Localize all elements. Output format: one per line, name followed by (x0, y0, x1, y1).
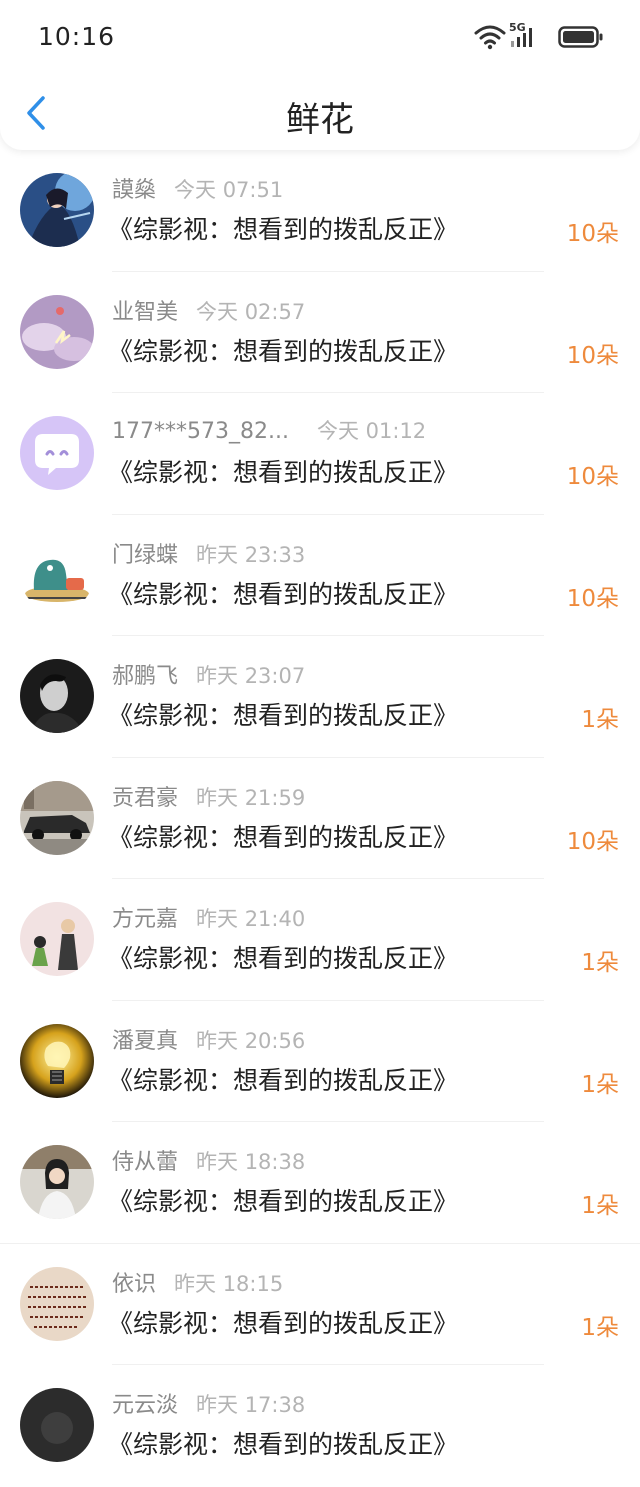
meta-line: 贡君豪 昨天 21:59 (112, 780, 306, 812)
list-item[interactable]: 业智美 今天 02:57 《综影视：想看到的拨乱反正》 10朵 (0, 272, 640, 393)
car-avatar (20, 780, 94, 855)
book-title[interactable]: 《综影视：想看到的拨乱反正》 (108, 575, 458, 611)
timestamp: 昨天 21:59 (196, 785, 306, 810)
avatar[interactable] (20, 1023, 94, 1098)
book-title[interactable]: 《综影视：想看到的拨乱反正》 (108, 939, 458, 975)
meta-line: 方元嘉 昨天 21:40 (112, 901, 306, 933)
status-time: 10:16 (38, 22, 116, 51)
avatar[interactable] (20, 1145, 94, 1219)
timestamp: 昨天 18:15 (174, 1271, 284, 1296)
timestamp: 昨天 20:56 (196, 1028, 306, 1053)
purple-sky-avatar (20, 294, 94, 369)
user-name[interactable]: 郝鹏飞 (112, 658, 178, 690)
header: 10:16 5G 鲜花 (0, 0, 640, 150)
battery-icon (558, 26, 603, 48)
girl-photo-avatar (20, 1145, 94, 1219)
meta-line: 潘夏真 昨天 20:56 (112, 1023, 306, 1055)
avatar[interactable] (20, 416, 94, 490)
dark-photo-avatar (20, 1388, 94, 1462)
meta-line: 依识 昨天 18:15 (112, 1266, 284, 1298)
wifi-icon (474, 25, 506, 50)
meta-line: 元云淡 昨天 17:38 (112, 1387, 306, 1419)
flower-count: 1朵 (581, 1071, 619, 1098)
signal-icon (511, 28, 532, 47)
timestamp: 昨天 21:40 (196, 907, 306, 931)
meta-line: 门绿蝶 昨天 23:33 (112, 537, 306, 569)
user-name[interactable]: 謨燊 (112, 172, 156, 204)
flower-count: 10朵 (566, 828, 619, 855)
user-name[interactable]: 潘夏真 (112, 1023, 178, 1055)
book-title[interactable]: 《综影视：想看到的拨乱反正》 (108, 1182, 458, 1218)
list-item[interactable]: 方元嘉 昨天 21:40 《综影视：想看到的拨乱反正》 1朵 (0, 879, 640, 1001)
book-title[interactable]: 《综影视：想看到的拨乱反正》 (108, 1304, 458, 1340)
flower-count: 10朵 (566, 585, 619, 612)
list-item[interactable]: 177***573_82... 今天 01:12 《综影视：想看到的拨乱反正》 … (0, 393, 640, 515)
list-item[interactable]: 门绿蝶 昨天 23:33 《综影视：想看到的拨乱反正》 10朵 (0, 515, 640, 636)
lightbulb-avatar (20, 1023, 94, 1098)
avatar[interactable] (20, 173, 94, 247)
flower-count: 10朵 (566, 221, 619, 247)
avatar[interactable] (20, 780, 94, 855)
book-title[interactable]: 《综影视：想看到的拨乱反正》 (108, 210, 458, 246)
list-item[interactable]: 謨燊 今天 07:51 《综影视：想看到的拨乱反正》 10朵 (0, 150, 640, 272)
flower-count: 1朵 (581, 950, 619, 976)
flower-count: 1朵 (581, 1193, 619, 1219)
chat-bubble-avatar (20, 416, 94, 490)
status-bar: 10:16 5G (0, 0, 640, 75)
meta-line: 业智美 今天 02:57 (112, 294, 306, 326)
book-title[interactable]: 《综影视：想看到的拨乱反正》 (108, 453, 458, 489)
timestamp: 昨天 23:33 (196, 542, 306, 567)
list-item[interactable]: 潘夏真 昨天 20:56 《综影视：想看到的拨乱反正》 1朵 (0, 1001, 640, 1122)
avatar[interactable] (20, 1266, 94, 1341)
user-name[interactable]: 门绿蝶 (112, 537, 178, 569)
flower-count: 10朵 (566, 464, 619, 490)
meta-line: 177***573_82... 今天 01:12 (112, 415, 426, 445)
anime-character-avatar (20, 173, 94, 247)
flower-count: 10朵 (566, 342, 619, 369)
flower-count: 1朵 (581, 1314, 619, 1341)
timestamp: 昨天 23:07 (196, 664, 306, 688)
list-item[interactable]: 侍从蕾 昨天 18:38 《综影视：想看到的拨乱反正》 1朵 (0, 1122, 640, 1244)
book-title[interactable]: 《综影视：想看到的拨乱反正》 (108, 1061, 458, 1097)
avatar[interactable] (20, 1388, 94, 1462)
avatar[interactable] (20, 294, 94, 369)
illustration-avatar (20, 902, 94, 976)
list-item[interactable]: 郝鹏飞 昨天 23:07 《综影视：想看到的拨乱反正》 1朵 (0, 636, 640, 758)
timestamp: 今天 02:57 (196, 299, 306, 324)
book-title[interactable]: 《综影视：想看到的拨乱反正》 (108, 696, 458, 732)
portrait-bw-avatar (20, 659, 94, 733)
flower-count: 1朵 (581, 707, 619, 733)
meta-line: 謨燊 今天 07:51 (112, 172, 284, 204)
meta-line: 郝鹏飞 昨天 23:07 (112, 658, 306, 690)
status-icons: 5G (474, 21, 604, 52)
user-name[interactable]: 贡君豪 (112, 780, 178, 812)
timestamp: 今天 01:12 (316, 419, 427, 443)
list-item[interactable]: 依识 昨天 18:15 《综影视：想看到的拨乱反正》 1朵 (0, 1244, 640, 1365)
book-title[interactable]: 《综影视：想看到的拨乱反正》 (108, 818, 458, 854)
nav-bar: 鲜花 (0, 75, 640, 150)
flower-list: 謨燊 今天 07:51 《综影视：想看到的拨乱反正》 10朵 业智美 今天 02… (0, 150, 640, 1487)
handwriting-avatar (20, 1266, 94, 1341)
avatar[interactable] (20, 537, 94, 612)
book-title[interactable]: 《综影视：想看到的拨乱反正》 (108, 332, 458, 368)
book-title[interactable]: 《综影视：想看到的拨乱反正》 (108, 1425, 458, 1461)
list-item[interactable]: 元云淡 昨天 17:38 《综影视：想看到的拨乱反正》 (0, 1365, 640, 1487)
timestamp: 昨天 18:38 (196, 1150, 306, 1174)
avatar[interactable] (20, 659, 94, 733)
timestamp: 今天 07:51 (174, 178, 284, 202)
timestamp: 昨天 17:38 (196, 1393, 306, 1417)
user-name[interactable]: 元云淡 (112, 1387, 178, 1419)
page-title: 鲜花 (286, 100, 354, 140)
user-name[interactable]: 业智美 (112, 294, 178, 326)
list-item[interactable]: 贡君豪 昨天 21:59 《综影视：想看到的拨乱反正》 10朵 (0, 758, 640, 879)
user-name[interactable]: 依识 (112, 1266, 156, 1298)
meta-line: 侍从蕾 昨天 18:38 (112, 1144, 306, 1176)
user-name[interactable]: 方元嘉 (112, 901, 178, 933)
user-name[interactable]: 侍从蕾 (112, 1144, 178, 1176)
user-name[interactable]: 177***573_82... (112, 419, 289, 444)
cartoon-avatar (20, 537, 94, 612)
avatar[interactable] (20, 902, 94, 976)
